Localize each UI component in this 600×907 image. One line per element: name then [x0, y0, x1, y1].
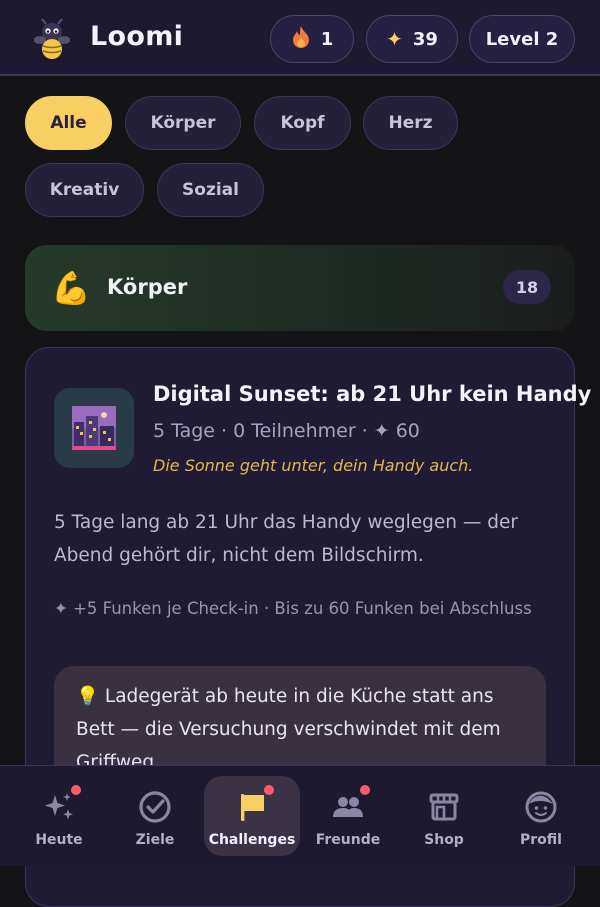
filter-label: Kreativ — [49, 180, 120, 200]
friends-icon — [330, 785, 370, 825]
nav-item-heute[interactable]: Heute — [11, 776, 107, 856]
notification-dot — [264, 785, 274, 795]
nav-item-ziele[interactable]: Ziele — [107, 776, 203, 856]
night-city-icon — [54, 388, 134, 468]
nav-label: Ziele — [135, 832, 175, 848]
nav-item-shop[interactable]: Shop — [396, 776, 492, 856]
sparks-count: 39 — [412, 28, 438, 50]
streak-count: 1 — [320, 28, 334, 50]
filter-chip-sozial[interactable]: Sozial — [157, 163, 264, 217]
level-pill[interactable]: Level 2 — [469, 15, 575, 63]
app-header: Loomi 1 ✦ 39 Level 2 — [0, 0, 600, 76]
challenge-meta: 5 Tage · 0 Teilnehmer · ✦ 60 — [153, 420, 420, 442]
filter-label: Alle — [50, 113, 87, 133]
section-title: Körper — [107, 275, 188, 299]
filter-chip-kreativ[interactable]: Kreativ — [25, 163, 144, 217]
filter-label: Sozial — [182, 180, 239, 200]
shop-icon — [426, 789, 462, 825]
nav-label: Profil — [520, 832, 562, 848]
filter-label: Kopf — [280, 113, 325, 133]
streak-pill[interactable]: 1 — [270, 15, 354, 63]
nav-item-freunde[interactable]: Freunde — [300, 776, 396, 856]
flame-icon — [291, 25, 311, 54]
spark-icon: ✦ — [386, 27, 403, 51]
nav-label: Freunde — [315, 832, 381, 848]
challenge-title: Digital Sunset: ab 21 Uhr kein Handy — [153, 382, 592, 406]
firefly-logo-icon — [34, 18, 70, 59]
nav-item-challenges[interactable]: Challenges — [204, 776, 300, 856]
flexed-biceps-icon: 💪 — [51, 269, 91, 307]
flag-icon — [234, 785, 274, 825]
challenge-description: 5 Tage lang ab 21 Uhr das Handy weglegen… — [54, 512, 518, 566]
notification-dot — [71, 785, 81, 795]
challenge-reward-info: ✦ +5 Funken je Check-in · Bis zu 60 Funk… — [54, 599, 532, 618]
notification-dot — [360, 785, 370, 795]
filter-chip-kopf[interactable]: Kopf — [254, 96, 351, 150]
bottom-navigation: Heute Ziele Challenges Freunde Shop Prof… — [0, 765, 600, 866]
check-circle-icon — [137, 789, 173, 825]
profile-icon — [523, 789, 559, 825]
nav-label: Challenges — [208, 832, 296, 848]
filter-chip-herz[interactable]: Herz — [363, 96, 458, 150]
section-count-badge: 18 — [503, 270, 551, 304]
category-section-header: 💪 Körper 18 — [25, 245, 575, 331]
nav-label: Heute — [35, 832, 83, 848]
sparkles-icon — [41, 785, 81, 825]
nav-label: Shop — [424, 832, 464, 848]
nav-item-profil[interactable]: Profil — [493, 776, 589, 856]
challenge-tagline: Die Sonne geht unter, dein Handy auch. — [153, 456, 474, 475]
sparks-pill[interactable]: ✦ 39 — [366, 15, 458, 63]
filter-chip-alle[interactable]: Alle — [25, 96, 112, 150]
level-label: Level 2 — [485, 28, 559, 50]
filter-label: Körper — [150, 113, 216, 133]
app-title: Loomi — [90, 21, 184, 52]
filter-chip-koerper[interactable]: Körper — [125, 96, 241, 150]
filter-label: Herz — [388, 113, 433, 133]
